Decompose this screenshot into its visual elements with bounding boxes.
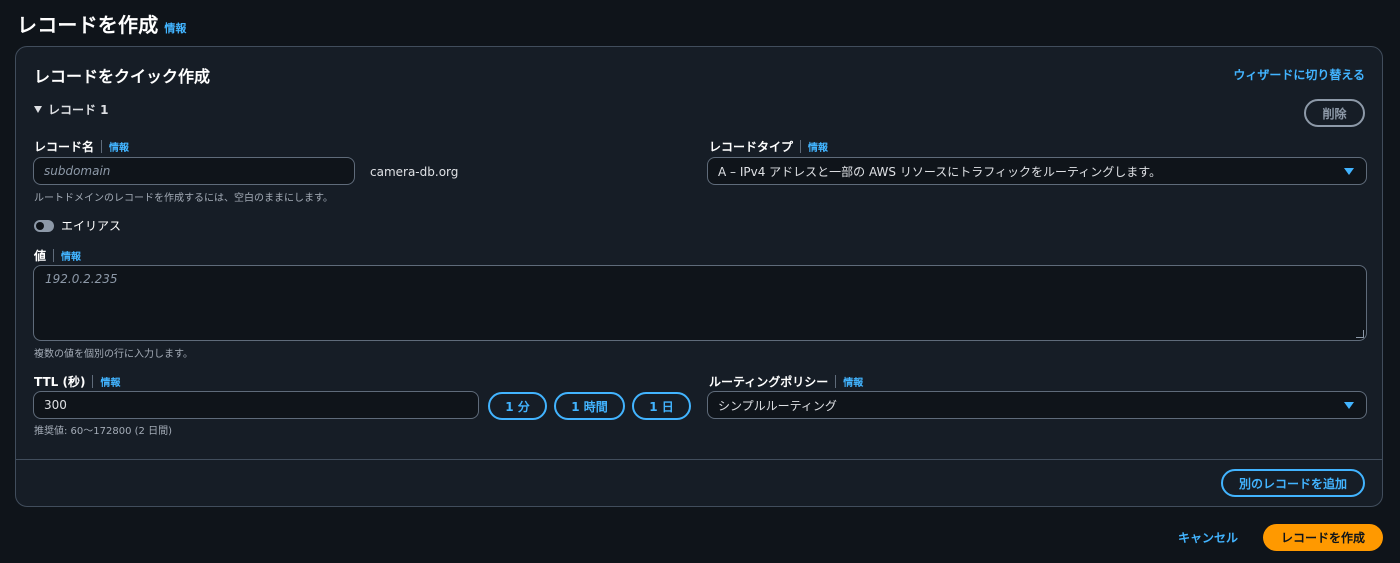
record-type-selected: A – IPv4 アドレスと一部の AWS リソースにトラフィックをルーティング… [718,164,1162,179]
caret-down-icon [1344,168,1354,175]
cancel-button[interactable]: キャンセル [1178,529,1238,546]
record-type-select[interactable]: A – IPv4 アドレスと一部の AWS リソースにトラフィックをルーティング… [707,157,1367,185]
page-info-link[interactable]: 情報 [164,20,186,36]
quick-create-title: レコードをクイック作成 [34,67,211,86]
value-textarea[interactable]: 192.0.2.235 [33,265,1367,341]
alias-toggle[interactable]: エイリアス [34,217,121,234]
ttl-info-link[interactable]: 情報 [100,374,120,389]
record-1-header: レコード 1 [48,103,109,117]
domain-suffix: camera-db.org [370,165,459,179]
divider [800,140,802,153]
page-header: レコードを作成 情報 [17,9,186,38]
toggle-knob [36,221,44,230]
value-label-group: 値 情報 [34,247,81,264]
divider [835,375,837,388]
value-placeholder: 192.0.2.235 [45,272,118,286]
create-records-button[interactable]: レコードを作成 [1263,524,1383,551]
routing-policy-label-group: ルーティングポリシー 情報 [709,373,863,390]
caret-down-icon [34,106,42,113]
page-title: レコードを作成 [17,13,159,37]
switch-to-wizard-link[interactable]: ウィザードに切り替える [1233,66,1365,83]
container-footer-divider [16,459,1382,460]
ttl-hint: 推奨値: 60～172800 (2 日間) [34,426,172,437]
record-name-hint: ルートドメインのレコードを作成するには、空白のままにします。 [34,193,333,204]
add-another-record-button[interactable]: 別のレコードを追加 [1221,469,1365,497]
record-type-label: レコードタイプ [709,140,794,154]
caret-down-icon [1344,402,1354,409]
divider [53,249,55,262]
create-record-page: レコードを作成 情報 レコードをクイック作成 ウィザードに切り替える レコード … [0,0,1400,563]
quick-create-container: レコードをクイック作成 ウィザードに切り替える レコード 1 削除 レコード名 … [15,46,1383,507]
ttl-preset-1-day[interactable]: 1 日 [632,392,691,420]
ttl-input[interactable]: 300 [33,391,479,419]
value-hint: 複数の値を個別の行に入力します。 [34,349,193,360]
record-type-info-link[interactable]: 情報 [808,139,828,154]
divider [92,375,94,388]
ttl-label-group: TTL (秒) 情報 [34,373,120,390]
delete-button[interactable]: 削除 [1304,99,1365,127]
record-name-label-group: レコード名 情報 [34,138,129,155]
routing-policy-select[interactable]: シンプルルーティング [707,391,1367,419]
ttl-label: TTL (秒) [34,375,86,389]
ttl-preset-1-minute[interactable]: 1 分 [488,392,547,420]
toggle-switch[interactable] [34,219,54,232]
routing-policy-selected: シンプルルーティング [718,398,837,413]
value-label: 値 [34,249,47,263]
divider [101,140,103,153]
routing-policy-label: ルーティングポリシー [709,375,829,389]
record-type-label-group: レコードタイプ 情報 [709,138,828,155]
alias-label: エイリアス [61,219,122,233]
value-info-link[interactable]: 情報 [61,248,81,263]
record-name-label: レコード名 [34,140,95,154]
record-name-input[interactable]: subdomain [33,157,355,185]
resize-handle-icon[interactable] [1356,330,1364,338]
record-1-expander[interactable]: レコード 1 [34,101,109,118]
ttl-preset-1-hour[interactable]: 1 時間 [554,392,625,420]
routing-policy-info-link[interactable]: 情報 [843,374,863,389]
record-name-info-link[interactable]: 情報 [109,139,129,154]
